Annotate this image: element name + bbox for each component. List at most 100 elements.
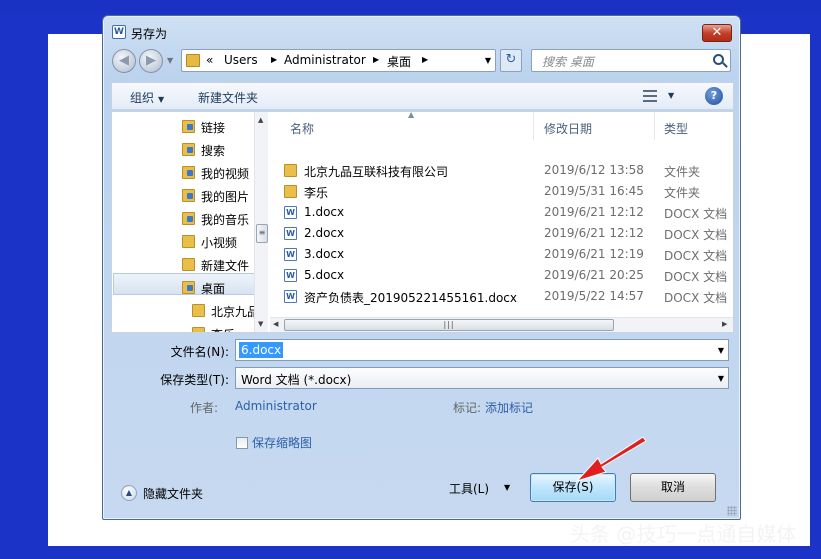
list-item[interactable]: W 2.docx 2019/6/21 12:12 DOCX 文档 (270, 223, 733, 244)
author-label: 作者: (190, 401, 219, 415)
nav-item-label: 我的音乐 (201, 213, 250, 227)
dialog-title: 另存为 (131, 27, 168, 41)
address-overflow[interactable]: « (206, 53, 213, 67)
back-button[interactable]: ◀ (112, 49, 136, 73)
file-date: 2019/5/22 14:57 (544, 289, 644, 303)
filetype-select[interactable]: Word 文档 (*.docx) ▼ (235, 367, 729, 389)
desktop-folder-icon (182, 281, 195, 294)
save-thumbnail-checkbox[interactable] (236, 437, 248, 449)
column-divider[interactable] (654, 112, 655, 140)
browser-pane: 链接 搜索 我的视频 我的图片 我的音乐 小视频 新建文件 桌面 北京九品 ▲ … (111, 111, 734, 333)
list-item[interactable]: W 5.docx 2019/6/21 20:25 DOCX 文档 (270, 265, 733, 286)
filename-field[interactable]: 6.docx ▼ (235, 339, 729, 361)
file-name: 资产负债表_201905221455161.docx (304, 291, 517, 305)
tools-menu[interactable]: 工具(L) (449, 480, 489, 497)
word-doc-icon: W (284, 227, 297, 240)
nav-item-label: 桌面 (201, 282, 226, 296)
file-name: 3.docx (304, 247, 345, 261)
column-divider[interactable] (533, 112, 534, 140)
scroll-right-icon[interactable]: ▶ (722, 320, 727, 328)
crumb-separator-icon[interactable]: ▶ (422, 55, 428, 64)
column-header-modified[interactable]: 修改日期 (544, 120, 592, 137)
filetype-label: 保存类型(T): (160, 373, 229, 387)
filetype-value: Word 文档 (*.docx) (241, 373, 352, 387)
view-options-icon[interactable] (643, 90, 657, 102)
cancel-button[interactable]: 取消 (630, 473, 716, 502)
scroll-left-icon[interactable]: ◀ (273, 320, 278, 328)
file-name: 李乐 (304, 186, 329, 200)
title-bar[interactable]: W 另存为 ✕ (103, 16, 740, 46)
file-date: 2019/6/21 12:12 (544, 205, 644, 219)
file-type: DOCX 文档 (664, 270, 728, 284)
filename-label: 文件名(N): (170, 345, 229, 359)
resize-grip[interactable] (727, 506, 737, 516)
scroll-up-icon[interactable]: ▲ (258, 116, 263, 124)
crumb-users[interactable]: Users (224, 53, 258, 67)
list-item[interactable]: W 资产负债表_201905221455161.docx 2019/5/22 1… (270, 286, 733, 307)
new-folder-button[interactable]: 新建文件夹 (198, 89, 258, 106)
search-placeholder: 搜索 桌面 (542, 55, 594, 69)
nav-vertical-scrollbar[interactable]: ▲ ≡ ▼ (254, 112, 268, 332)
organize-menu[interactable]: 组织 ▼ (130, 89, 164, 106)
tags-field[interactable]: 添加标记 (485, 399, 533, 416)
scroll-down-icon[interactable]: ▼ (258, 320, 263, 328)
desktop-top-strip (0, 0, 821, 12)
file-type: 文件夹 (664, 165, 701, 179)
folder-icon (192, 327, 205, 332)
crumb-administrator[interactable]: Administrator (284, 53, 366, 67)
nav-item-label: 李乐 (211, 326, 235, 332)
word-doc-icon: W (284, 290, 297, 303)
help-icon[interactable]: ? (705, 87, 723, 105)
navigation-pane: 链接 搜索 我的视频 我的图片 我的音乐 小视频 新建文件 桌面 北京九品 ▲ … (112, 112, 268, 332)
recent-locations-dropdown[interactable]: ▼ (167, 56, 173, 65)
save-button[interactable]: 保存(S) (530, 473, 616, 502)
filename-value[interactable]: 6.docx (239, 342, 284, 358)
list-item[interactable]: W 1.docx 2019/6/21 12:12 DOCX 文档 (270, 202, 733, 223)
nav-item-label: 我的视频 (201, 167, 250, 181)
file-name: 北京九品互联科技有限公司 (304, 165, 449, 179)
address-bar[interactable]: « Users ▶ Administrator ▶ 桌面 ▶ ▼ (181, 49, 496, 72)
forward-button[interactable]: ▶ (139, 49, 163, 73)
view-dropdown-icon[interactable]: ▼ (668, 91, 674, 100)
crumb-separator-icon[interactable]: ▶ (373, 55, 379, 64)
list-item[interactable]: 北京九品互联科技有限公司 2019/6/12 13:58 文件夹 (270, 160, 733, 181)
chevron-down-icon[interactable]: ▼ (504, 483, 510, 492)
search-input[interactable]: 搜索 桌面 (531, 49, 731, 72)
chevron-down-icon[interactable]: ▼ (718, 374, 724, 383)
folder-icon (284, 164, 297, 177)
chevron-down-icon[interactable]: ▼ (718, 346, 724, 355)
list-item[interactable]: 李乐 2019/5/31 16:45 文件夹 (270, 181, 733, 202)
column-header-type[interactable]: 类型 (664, 120, 688, 137)
hide-folders-button[interactable]: 隐藏文件夹 (143, 485, 203, 502)
close-button[interactable]: ✕ (702, 24, 732, 42)
file-list-horizontal-scrollbar[interactable]: ◀ ||| ▶ (270, 317, 733, 332)
folder-icon (284, 185, 297, 198)
link-folder-icon (182, 120, 195, 133)
scroll-thumb[interactable]: ≡ (256, 224, 268, 243)
watermark-text: 头条 @技巧一点通自媒体 (570, 522, 797, 546)
crumb-desktop[interactable]: 桌面 (387, 53, 411, 70)
search-folder-icon (182, 143, 195, 156)
scroll-thumb[interactable]: ||| (284, 319, 614, 331)
word-doc-icon: W (284, 269, 297, 282)
chevron-down-icon: ▼ (158, 95, 165, 104)
file-name: 5.docx (304, 268, 345, 282)
save-thumbnail-label[interactable]: 保存缩略图 (252, 434, 312, 451)
file-date: 2019/6/21 12:12 (544, 226, 644, 240)
word-doc-icon: W (284, 206, 297, 219)
search-icon[interactable] (713, 54, 724, 65)
refresh-button[interactable]: ↻ (500, 49, 522, 72)
chevron-up-icon[interactable]: ▲ (121, 485, 137, 501)
nav-item-label: 搜索 (201, 144, 226, 158)
address-folder-icon (186, 54, 200, 67)
crumb-separator-icon[interactable]: ▶ (271, 55, 277, 64)
file-date: 2019/6/21 20:25 (544, 268, 644, 282)
address-history-dropdown[interactable]: ▼ (485, 56, 491, 65)
tags-label: 标记: (453, 401, 482, 415)
music-folder-icon (182, 212, 195, 225)
file-type: DOCX 文档 (664, 291, 728, 305)
author-field[interactable]: Administrator (235, 399, 317, 413)
column-header-name[interactable]: 名称 (290, 120, 314, 137)
list-item[interactable]: W 3.docx 2019/6/21 12:19 DOCX 文档 (270, 244, 733, 265)
file-name: 1.docx (304, 205, 345, 219)
